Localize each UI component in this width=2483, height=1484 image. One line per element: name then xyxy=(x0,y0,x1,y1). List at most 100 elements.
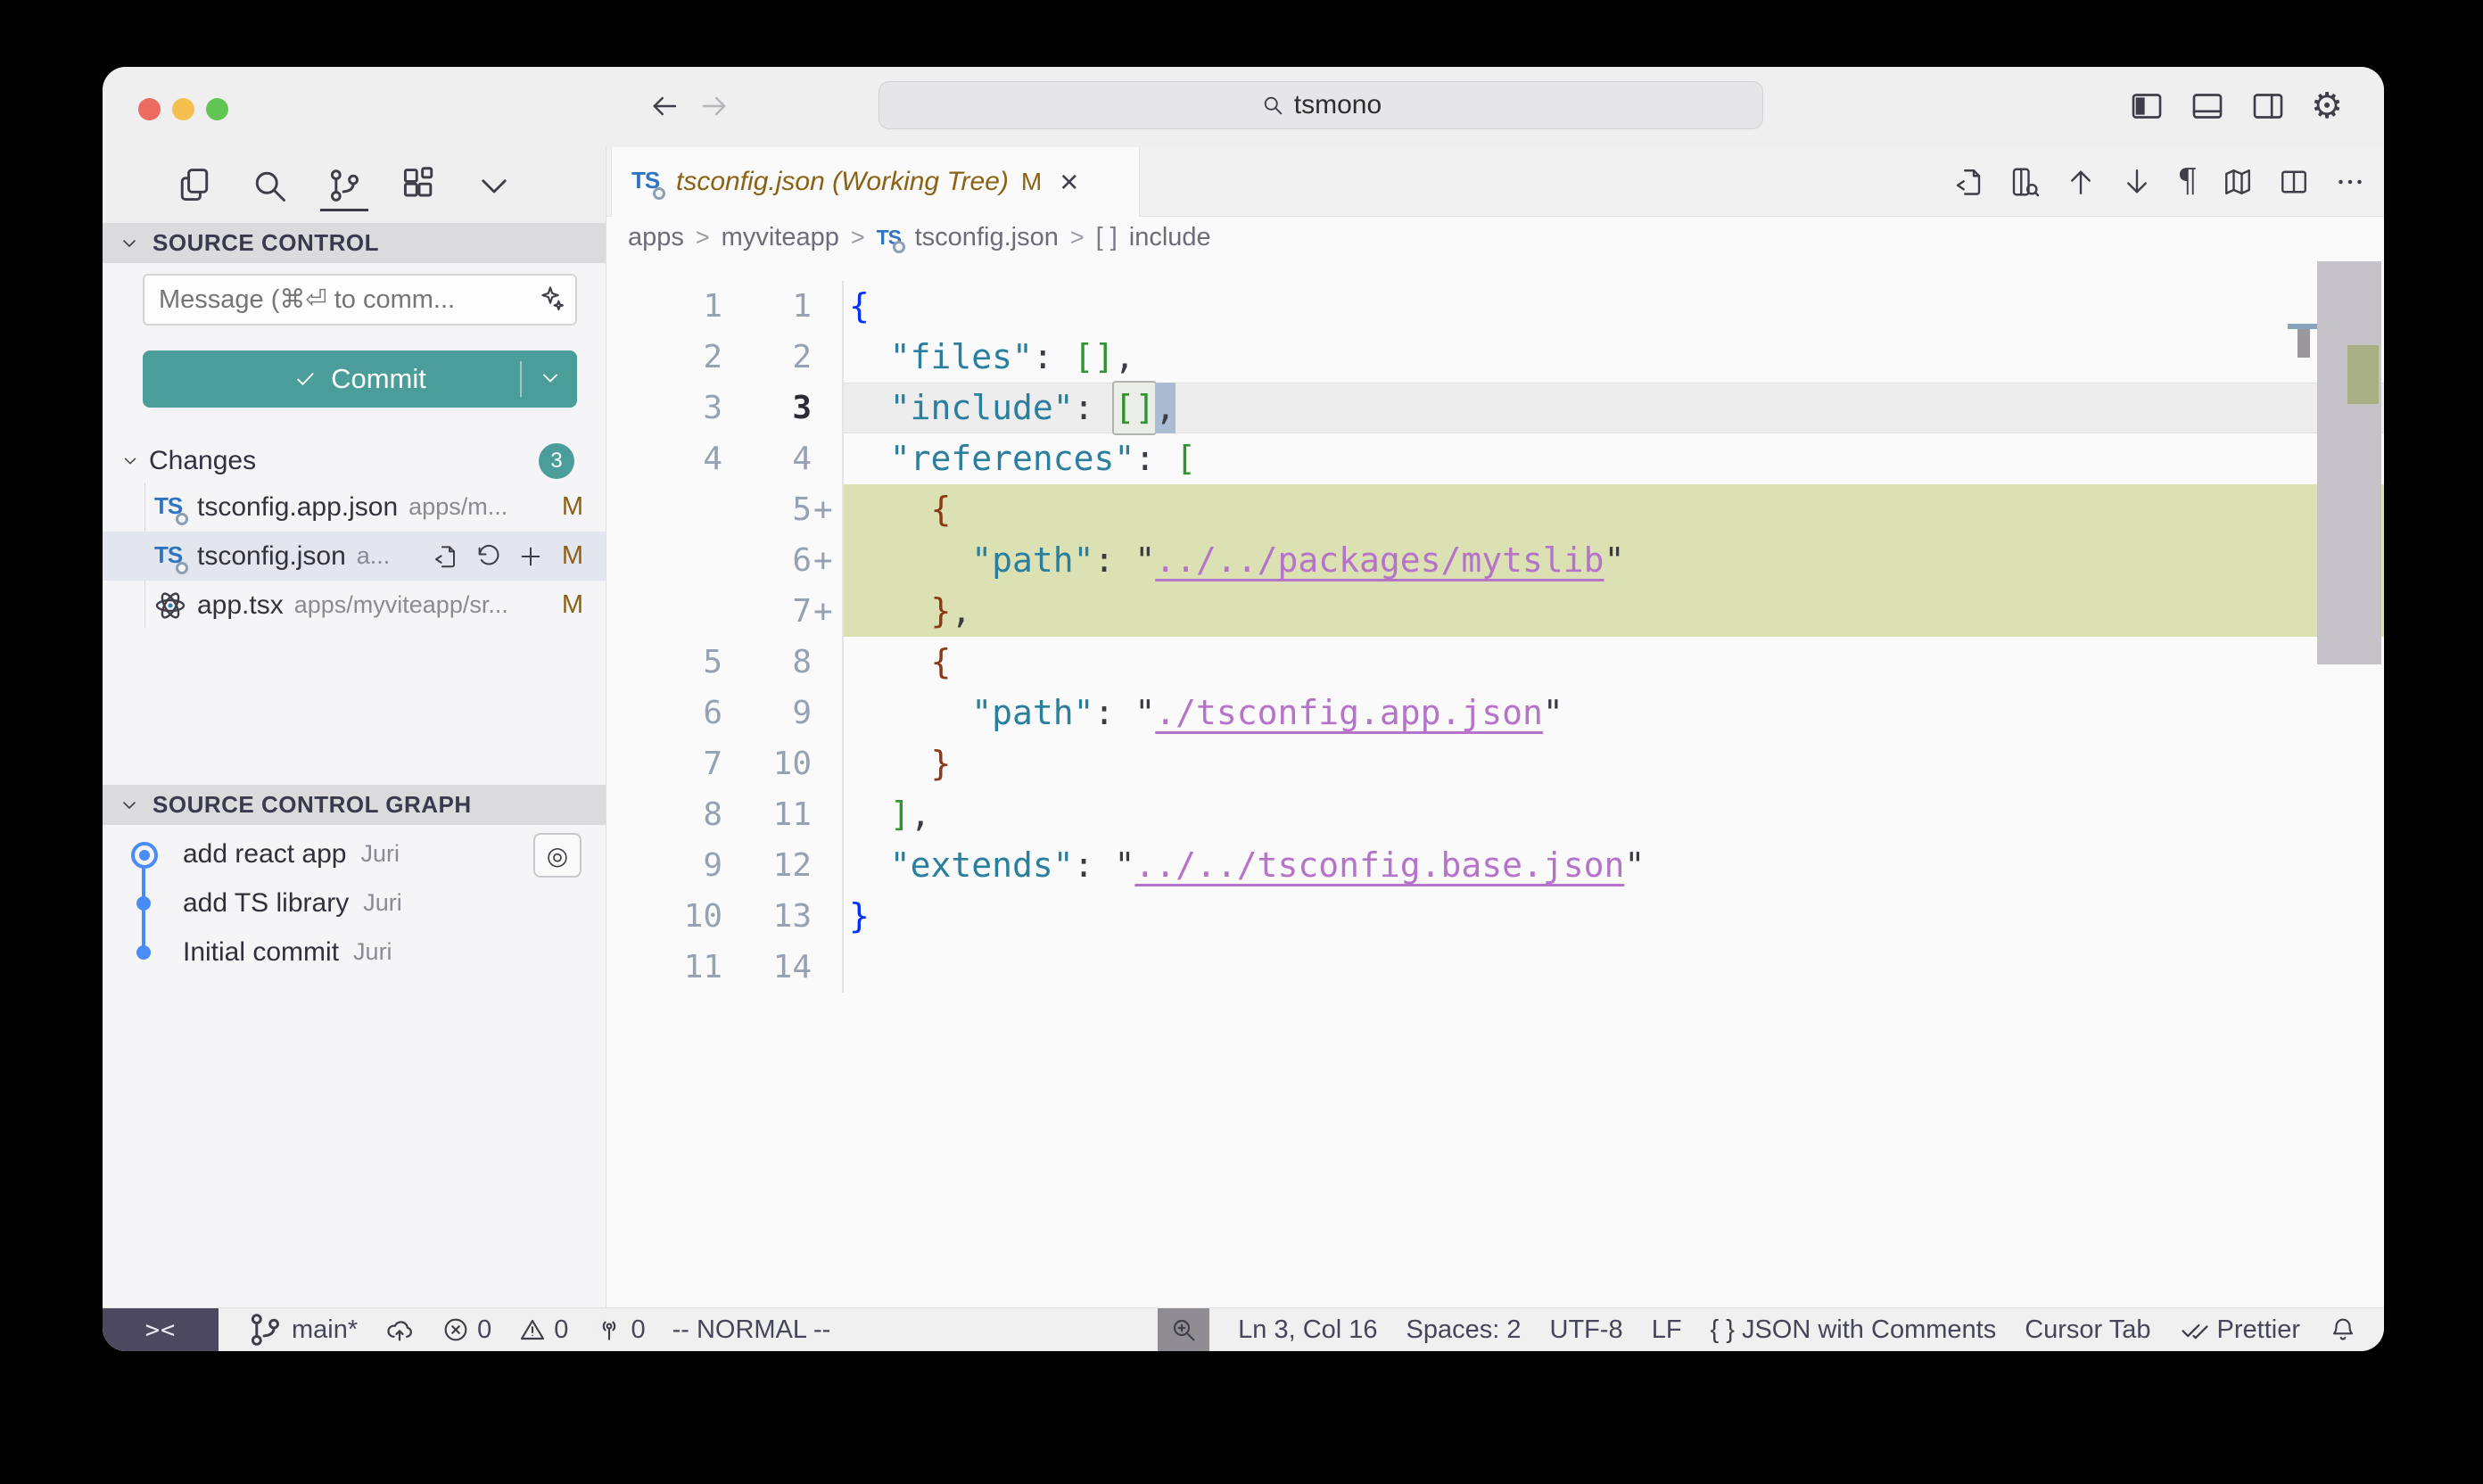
changed-file-tsconfig.json[interactable]: TStsconfig.jsona...M xyxy=(103,532,606,581)
code-line[interactable]: 11{ xyxy=(606,281,2384,332)
tab-close-icon[interactable]: × xyxy=(1060,163,1078,201)
stage-icon[interactable] xyxy=(517,543,544,570)
check-icon xyxy=(293,367,318,392)
changed-file-app.tsx[interactable]: app.tsxapps/myviteapp/sr...M xyxy=(103,581,606,630)
warnings-count[interactable]: 0 xyxy=(518,1315,568,1345)
minimize-traffic-light[interactable] xyxy=(172,98,194,120)
notifications-bell[interactable] xyxy=(2329,1315,2357,1344)
double-check-icon xyxy=(2180,1315,2210,1345)
commit-row[interactable]: Initial commitJuri xyxy=(103,928,606,977)
toggle-panel-icon[interactable] xyxy=(2190,88,2225,124)
code-token: } xyxy=(931,738,952,789)
code-content xyxy=(842,942,2384,993)
next-change-icon[interactable] xyxy=(2121,166,2153,198)
eol[interactable]: LF xyxy=(1652,1315,1682,1345)
goto-commit-button[interactable]: ◎ xyxy=(533,833,582,878)
sparkle-icon[interactable] xyxy=(538,284,566,313)
close-traffic-light[interactable] xyxy=(138,98,161,120)
command-center-search[interactable]: tsmono xyxy=(879,81,1763,129)
old-line-number: 11 xyxy=(606,942,722,993)
changes-section-header[interactable]: Changes xyxy=(120,440,256,482)
ports-count[interactable]: 0 xyxy=(595,1315,645,1345)
open-changes-icon[interactable] xyxy=(2009,166,2041,198)
breadcrumb-item-tsconfig.json[interactable]: tsconfig.json xyxy=(915,223,1059,252)
language-mode[interactable]: { }JSON with Comments xyxy=(1711,1315,1997,1345)
go-to-file-icon[interactable] xyxy=(1952,166,1984,198)
tab-completion[interactable]: Cursor Tab xyxy=(2025,1315,2150,1345)
encoding[interactable]: UTF-8 xyxy=(1550,1315,1623,1345)
code-token: " xyxy=(1134,535,1155,586)
toggle-primary-sidebar-icon[interactable] xyxy=(2129,88,2165,124)
commit-button-label: Commit xyxy=(331,363,426,395)
code-line[interactable]: 5+ { xyxy=(606,484,2384,535)
commit-row[interactable]: add react appJuri◎ xyxy=(103,829,606,878)
code-line[interactable]: 912 "extends": "../../tsconfig.base.json… xyxy=(606,840,2384,891)
breadcrumb-item-include[interactable]: include xyxy=(1129,223,1211,252)
formatter[interactable]: Prettier xyxy=(2180,1315,2300,1345)
titlebar: tsmono ⚙ xyxy=(103,67,2384,147)
branch-status[interactable]: main* xyxy=(245,1310,358,1349)
publish-button[interactable] xyxy=(384,1315,415,1345)
commit-dot xyxy=(136,896,151,911)
more-actions-icon[interactable] xyxy=(2334,166,2366,198)
commit-dropdown-icon[interactable] xyxy=(538,366,563,391)
formatter-label: Prettier xyxy=(2217,1315,2300,1345)
activity-item-more-views[interactable] xyxy=(474,160,515,211)
code-token: : xyxy=(1094,535,1115,586)
source-control-graph-header[interactable]: SOURCE CONTROL GRAPH xyxy=(103,785,606,825)
code-line[interactable]: 7+ }, xyxy=(606,586,2384,637)
activity-item-extensions[interactable] xyxy=(399,160,440,211)
modified-status-badge: M xyxy=(562,590,583,620)
activity-item-explorer[interactable] xyxy=(174,160,215,211)
split-editor-icon[interactable] xyxy=(2278,166,2310,198)
breadcrumb-item-myviteapp[interactable]: myviteapp xyxy=(722,223,839,252)
back-icon[interactable] xyxy=(648,90,681,122)
vertical-scrollbar[interactable] xyxy=(2317,261,2381,664)
source-control-section-header[interactable]: SOURCE CONTROL xyxy=(103,223,606,263)
code-line[interactable]: 1013} xyxy=(606,891,2384,942)
diff-editor[interactable]: 11{22 "files": [],33 "include": [],44 "r… xyxy=(606,259,2384,1331)
errors-count[interactable]: 0 xyxy=(441,1315,491,1345)
code-line[interactable]: 6+ "path": "../../packages/mytslib" xyxy=(606,535,2384,586)
cursor-position[interactable]: Ln 3, Col 16 xyxy=(1238,1315,1377,1345)
forward-icon[interactable] xyxy=(698,90,730,122)
code-line[interactable]: 811 ], xyxy=(606,789,2384,840)
activity-item-source-control[interactable] xyxy=(324,160,365,211)
error-icon xyxy=(441,1315,470,1344)
tab-modified-badge: M xyxy=(1021,168,1042,196)
indentation[interactable]: Spaces: 2 xyxy=(1406,1315,1522,1345)
code-token: , xyxy=(951,586,971,637)
code-token xyxy=(849,840,890,891)
code-line[interactable]: 58 { xyxy=(606,637,2384,688)
code-token: [] xyxy=(1074,332,1115,383)
commit-message-input[interactable] xyxy=(143,274,577,326)
tab-tsconfig-working-tree[interactable]: TS tsconfig.json (Working Tree) M × xyxy=(611,147,1140,217)
code-line[interactable]: 22 "files": [], xyxy=(606,332,2384,383)
zoom-indicator[interactable] xyxy=(1158,1308,1209,1351)
whitespace-icon[interactable]: ¶ xyxy=(2177,166,2198,198)
discard-icon[interactable] xyxy=(474,543,501,570)
changed-file-tsconfig.app.json[interactable]: TStsconfig.app.jsonapps/m...M xyxy=(103,482,606,532)
commit-row[interactable]: add TS libraryJuri xyxy=(103,878,606,928)
open-file-icon[interactable] xyxy=(432,543,458,570)
activity-item-search[interactable] xyxy=(249,160,290,211)
settings-gear-icon[interactable]: ⚙ xyxy=(2311,88,2343,124)
code-line[interactable]: 33 "include": [], xyxy=(606,383,2384,433)
breadcrumb-item-apps[interactable]: apps xyxy=(628,223,684,252)
remote-indicator[interactable]: >< xyxy=(103,1308,219,1351)
code-line[interactable]: 69 "path": "./tsconfig.app.json" xyxy=(606,688,2384,738)
code-line[interactable]: 710 } xyxy=(606,738,2384,789)
map-icon[interactable] xyxy=(2222,166,2254,198)
chevron-down-icon xyxy=(120,451,140,471)
old-line-number: 7 xyxy=(606,738,722,789)
cursor-position-label: Ln 3, Col 16 xyxy=(1238,1315,1377,1345)
code-line[interactable]: 1114 xyxy=(606,942,2384,993)
commit-button[interactable]: Commit xyxy=(143,350,577,408)
maximize-traffic-light[interactable] xyxy=(206,98,228,120)
vim-mode[interactable]: -- NORMAL -- xyxy=(672,1315,831,1345)
code-line[interactable]: 44 "references": [ xyxy=(606,433,2384,484)
chevron-down-icon xyxy=(119,233,140,254)
toggle-secondary-sidebar-icon[interactable] xyxy=(2250,88,2286,124)
code-content: { xyxy=(842,484,2384,535)
previous-change-icon[interactable] xyxy=(2065,166,2097,198)
